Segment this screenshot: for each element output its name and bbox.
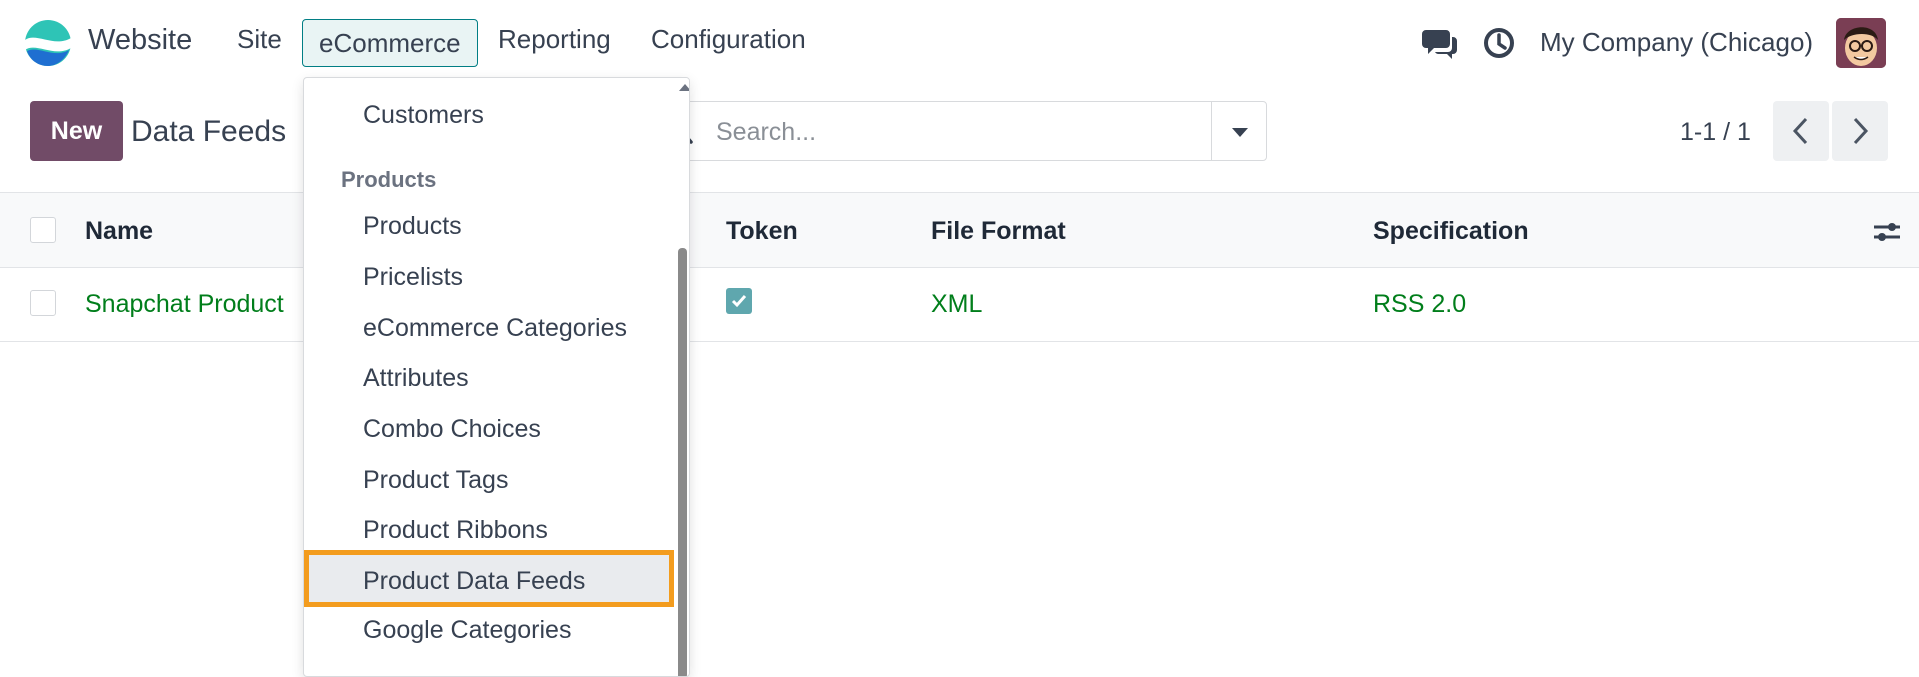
column-header-token[interactable]: Token [726,217,798,246]
cell-token-checkbox [726,288,752,314]
menu-section-products: Products [341,167,437,192]
website-app-logo-icon[interactable] [24,18,72,68]
pager-value[interactable]: 1-1 / 1 [1680,118,1751,147]
company-switcher[interactable]: My Company (Chicago) [1540,27,1813,58]
nav-menu-reporting[interactable]: Reporting [498,24,611,55]
menu-item-product-ribbons[interactable]: Product Ribbons [363,516,548,545]
chevron-right-icon [1853,117,1869,145]
menu-item-customers[interactable]: Customers [363,101,484,130]
cell-file-format[interactable]: XML [931,290,982,319]
column-header-name[interactable]: Name [85,217,153,246]
row-checkbox[interactable] [30,290,56,316]
nav-menu-site[interactable]: Site [237,24,282,55]
user-avatar[interactable] [1836,18,1886,68]
chevron-left-icon [1792,117,1808,145]
search-options-toggle[interactable] [1211,102,1266,160]
optional-columns-icon[interactable] [1872,219,1902,245]
scrollbar-thumb[interactable] [678,248,687,676]
menu-scrollbar[interactable] [675,78,689,676]
menu-item-product-tags[interactable]: Product Tags [363,466,508,495]
top-navbar: Website Site eCommerce Reporting Configu… [0,0,1919,88]
menu-item-product-data-feeds[interactable]: Product Data Feeds [363,567,585,596]
menu-item-combo-choices[interactable]: Combo Choices [363,415,541,444]
page-title: Data Feeds [131,115,287,148]
avatar-face-icon [1836,18,1886,68]
menu-item-ecommerce-categories[interactable]: eCommerce Categories [363,314,627,343]
nav-menu-configuration[interactable]: Configuration [651,24,806,55]
checkmark-icon [731,295,747,308]
column-header-specification[interactable]: Specification [1373,217,1529,246]
pager-previous-button[interactable] [1773,101,1829,161]
column-header-file-format[interactable]: File Format [931,217,1066,246]
menu-item-pricelists[interactable]: Pricelists [363,263,463,292]
menu-item-google-categories[interactable]: Google Categories [363,616,571,645]
chat-icon[interactable] [1422,26,1458,60]
app-name[interactable]: Website [88,24,192,57]
clock-icon[interactable] [1482,26,1518,60]
pager-next-button[interactable] [1832,101,1888,161]
ecommerce-dropdown-menu: Customers Products Products Pricelists e… [303,77,690,677]
menu-item-products[interactable]: Products [363,212,462,241]
cell-name[interactable]: Snapchat Product [85,290,284,319]
select-all-checkbox[interactable] [30,217,56,243]
search-input[interactable] [714,112,1168,152]
menu-item-attributes[interactable]: Attributes [363,364,469,393]
table-row[interactable]: Snapchat Product XML RSS 2.0 [0,268,1919,342]
nav-menu-ecommerce[interactable]: eCommerce [302,19,478,67]
cell-specification[interactable]: RSS 2.0 [1373,290,1466,319]
scroll-up-arrow-icon[interactable] [679,84,689,91]
new-button[interactable]: New [30,101,123,161]
search-bar[interactable] [668,101,1267,161]
list-header: Name Token File Format Specification [0,192,1919,268]
